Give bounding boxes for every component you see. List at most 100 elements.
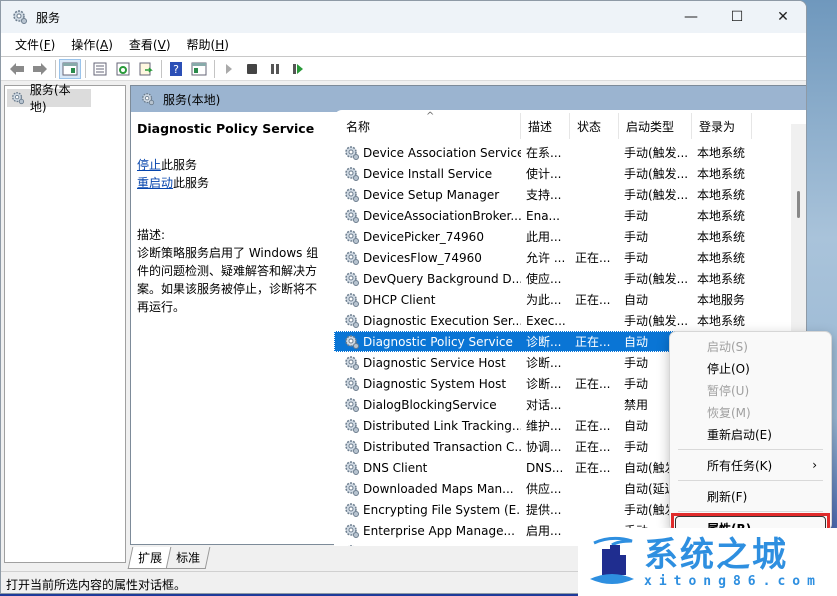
menu-action[interactable]: 操作(A) (63, 36, 121, 53)
forward-button[interactable] (29, 59, 51, 79)
column-header-startup-type[interactable]: 启动类型 (619, 113, 692, 139)
service-row[interactable]: Device Install Service 使计... 手动(触发... 本地系统 (334, 163, 794, 184)
refresh-icon (116, 62, 130, 75)
service-gear-icon (345, 271, 359, 286)
service-gear-icon (345, 292, 359, 307)
tree-item-services-local[interactable]: 服务(本地) (7, 83, 91, 114)
svg-text:?: ? (173, 63, 179, 76)
service-description: 使计... (526, 167, 562, 181)
service-row[interactable]: Device Setup Manager 支持... 手动(触发... 本地系统 (334, 184, 794, 205)
service-name: Distributed Link Tracking... (363, 418, 521, 433)
column-header-status[interactable]: 状态 (570, 113, 619, 139)
service-title: Diagnostic Policy Service (137, 121, 315, 136)
service-description: 提供... (526, 503, 562, 517)
stop-service-icon (247, 63, 257, 74)
console-tree: 服务(本地) (4, 83, 126, 563)
menu-item-resume[interactable]: 恢复(M) (670, 401, 831, 423)
export-list-button[interactable] (135, 59, 157, 79)
watermark-brand: 系统之城 (644, 534, 788, 575)
close-button[interactable]: ✕ (760, 1, 806, 33)
service-row[interactable]: DevQuery Background D... 使应... 手动(触发... 本地系… (334, 268, 794, 289)
service-status: 正在... (575, 293, 611, 307)
service-gear-icon (345, 355, 359, 370)
properties-button[interactable] (89, 59, 111, 79)
service-name: Device Setup Manager (363, 187, 500, 202)
watermark-text: 系统之城 xitong86.com (644, 536, 822, 589)
service-name-cell: Everything (334, 544, 521, 546)
service-log-on-as: 本地系统 (697, 188, 746, 202)
maximize-button[interactable]: ☐ (714, 1, 760, 33)
service-description: 支持... (526, 188, 562, 202)
status-text: 打开当前所选内容的属性对话框。 (6, 578, 187, 592)
restart-service-link[interactable]: 重启动 (137, 176, 173, 190)
help-icon: ? (170, 61, 182, 76)
service-gear-icon (345, 376, 359, 391)
service-gear-icon (347, 544, 355, 546)
description-text: 诊断策略服务启用了 Windows 组件的问题检测、疑难解答和解决方案。如果该服… (137, 246, 319, 314)
window-title: 服务 (36, 10, 61, 25)
service-name: DevicesFlow_74960 (363, 250, 482, 265)
service-name-cell: Downloaded Maps Man... (334, 481, 521, 497)
submenu-arrow-icon: › (812, 458, 817, 472)
tab-standard[interactable]: 标准 (165, 547, 211, 569)
service-name-cell: DeviceAssociationBroker... (334, 208, 521, 224)
stop-service-line: 停止此服务 (137, 158, 198, 172)
show-action-pane-button[interactable] (188, 59, 210, 79)
service-row[interactable]: Diagnostic Execution Ser... Exec... 手动(触发.… (334, 310, 794, 331)
service-row[interactable]: DHCP Client 为此... 正在... 自动 本地服务 (334, 289, 794, 310)
menu-separator (678, 480, 823, 481)
context-menu: 启动(S) 停止(O) 暂停(U) 恢复(M) 重新启动(E) 所有任务(K) ›… (669, 331, 832, 531)
menu-item-start[interactable]: 启动(S) (670, 335, 831, 357)
service-name: Diagnostic Policy Service (363, 334, 513, 349)
service-row[interactable]: Device Association Service 在系... 手动(触发... 本… (334, 142, 794, 163)
service-name: Downloaded Maps Man... (363, 481, 514, 496)
menu-item-restart[interactable]: 重新启动(E) (670, 423, 831, 445)
service-gear-icon (345, 397, 359, 412)
service-name: Diagnostic System Host (363, 376, 507, 391)
pause-service-button[interactable] (264, 59, 286, 79)
column-header-name[interactable]: 名称 ^ (334, 111, 521, 139)
watermark-logo-icon (590, 536, 634, 584)
service-row[interactable]: DevicePicker_74960 此用... 手动 本地系统 (334, 226, 794, 247)
menu-item-refresh[interactable]: 刷新(F) (670, 485, 831, 507)
watermark: 系统之城 xitong86.com (578, 528, 837, 596)
watermark-url: xitong86.com (644, 573, 822, 589)
sort-ascending-icon: ^ (426, 111, 435, 122)
show-hide-tree-button[interactable] (59, 58, 81, 79)
restart-service-button[interactable] (287, 59, 309, 79)
menu-separator (678, 449, 823, 450)
service-log-on-as: 本地系统 (697, 167, 746, 181)
service-row[interactable]: DeviceAssociationBroker... Ena... 手动 本地系统 (334, 205, 794, 226)
service-log-on-as: 本地系统 (697, 209, 746, 223)
menu-view[interactable]: 查看(V) (121, 36, 179, 53)
service-name: Device Install Service (363, 166, 493, 181)
menu-help[interactable]: 帮助(H) (179, 36, 237, 53)
service-name: Distributed Transaction C... (363, 439, 521, 454)
content-header: 服务(本地) (131, 86, 806, 112)
service-name: DevicePicker_74960 (363, 229, 484, 244)
menu-item-all-tasks[interactable]: 所有任务(K) › (670, 454, 831, 476)
scrollbar-thumb[interactable] (797, 191, 800, 218)
service-name-cell: DHCP Client (334, 292, 521, 308)
content-header-title: 服务(本地) (163, 92, 221, 107)
show-action-pane-icon (191, 62, 207, 75)
service-name: Encrypting File System (E... (363, 502, 521, 517)
service-log-on-as: 本地系统 (697, 251, 746, 265)
menu-file[interactable]: 文件(F) (7, 36, 63, 53)
refresh-button[interactable] (112, 59, 134, 79)
service-name-cell: Enterprise App Manage... (334, 523, 521, 539)
stop-service-link[interactable]: 停止 (137, 158, 161, 172)
help-button[interactable]: ? (165, 59, 187, 79)
menu-item-pause[interactable]: 暂停(U) (670, 379, 831, 401)
menu-item-stop[interactable]: 停止(O) (670, 357, 831, 379)
service-name: DeviceAssociationBroker... (363, 208, 521, 223)
service-startup-type: 手动(触发... (624, 188, 689, 202)
tree-item-label: 服务(本地) (29, 83, 71, 114)
back-button[interactable] (6, 59, 28, 79)
start-service-button[interactable] (218, 59, 240, 79)
minimize-button[interactable]: — (668, 1, 714, 33)
stop-service-button[interactable] (241, 59, 263, 79)
column-header-description[interactable]: 描述 (521, 113, 570, 139)
column-header-log-on-as[interactable]: 登录为 (692, 113, 752, 139)
service-row[interactable]: DevicesFlow_74960 允许 ... 正在... 手动 本地系统 (334, 247, 794, 268)
